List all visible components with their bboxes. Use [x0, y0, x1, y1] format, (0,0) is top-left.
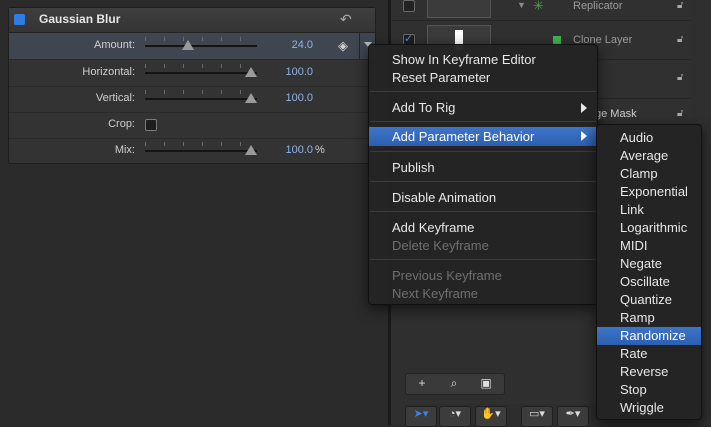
add-icon[interactable]: +: [408, 376, 436, 392]
menu-item-disable-animation[interactable]: Disable Animation: [369, 189, 597, 207]
menu-item-reset-parameter[interactable]: Reset Parameter: [369, 69, 597, 87]
submenu-arrow-icon: [581, 131, 587, 141]
submenu-item-negate[interactable]: Negate: [597, 255, 701, 273]
menu-item-next-keyframe: Next Keyframe: [392, 286, 478, 301]
select-tool-icon[interactable]: ➤▾: [405, 406, 437, 427]
submenu-item-quantize[interactable]: Quantize: [597, 291, 701, 309]
submenu-item-midi[interactable]: MIDI: [597, 237, 701, 255]
layer-name: Replicator: [573, 0, 623, 12]
mix-unit: %: [315, 144, 325, 156]
submenu-item-exponential[interactable]: Exponential: [597, 183, 701, 201]
menu-item-previous-keyframe: Previous Keyframe: [392, 268, 502, 283]
menu-separator: [370, 211, 596, 212]
amount-value[interactable]: 24.0: [271, 39, 313, 51]
horizontal-slider-track[interactable]: [145, 72, 257, 74]
replicator-icon: ✳: [533, 0, 544, 13]
layer-name: ge Mask: [595, 108, 637, 120]
slider-ticks: [145, 142, 257, 146]
submenu-arrow-icon: [581, 103, 587, 113]
search-icon[interactable]: ⌕: [440, 376, 468, 392]
filter-header: Gaussian Blur ↶: [9, 8, 375, 33]
param-row-crop[interactable]: Crop:: [9, 112, 375, 139]
amount-slider-track[interactable]: [145, 45, 257, 47]
submenu-item-reverse[interactable]: Reverse: [597, 363, 701, 381]
hand-tool-icon[interactable]: ✋▾: [475, 406, 507, 427]
menu-separator: [370, 121, 596, 122]
inspector-panel: Gaussian Blur ↶ Amount: 24.0 ◈ Horizonta…: [0, 0, 390, 425]
mix-slider-track[interactable]: [145, 150, 257, 152]
param-label: Vertical:: [95, 92, 135, 104]
slider-ticks: [145, 37, 257, 41]
menu-item-publish[interactable]: Publish: [369, 159, 597, 177]
context-menu: Show In Keyframe Editor Reset Parameter …: [368, 44, 598, 305]
lock-icon[interactable]: 🔓︎: [677, 72, 683, 83]
layer-checkbox[interactable]: [403, 0, 415, 12]
mix-value[interactable]: 100.0: [271, 144, 313, 156]
shape-tool-icon[interactable]: ◔▾: [439, 406, 471, 427]
param-row-horizontal[interactable]: Horizontal: 100.0: [9, 60, 375, 87]
menu-separator: [370, 259, 596, 260]
pen-tool-icon[interactable]: ✒▾: [557, 406, 589, 427]
filter-group: Gaussian Blur ↶ Amount: 24.0 ◈ Horizonta…: [8, 7, 376, 164]
submenu-item-wriggle[interactable]: Wriggle: [597, 399, 701, 417]
param-row-mix[interactable]: Mix: 100.0 %: [9, 138, 375, 164]
submenu-item-ramp[interactable]: Ramp: [597, 309, 701, 327]
param-label: Horizontal:: [82, 66, 135, 78]
rectangle-tool-icon[interactable]: ▭▾: [521, 406, 553, 427]
slider-ticks: [145, 90, 257, 94]
layer-thumbnail: [427, 0, 491, 18]
submenu-item-link[interactable]: Link: [597, 201, 701, 219]
menu-separator: [370, 91, 596, 92]
submenu-item-logarithmic[interactable]: Logarithmic: [597, 219, 701, 237]
lock-icon[interactable]: 🔓︎: [677, 0, 683, 11]
param-label: Crop:: [108, 118, 135, 130]
submenu-item-randomize[interactable]: Randomize: [597, 327, 701, 345]
lock-icon[interactable]: 🔓︎: [677, 108, 683, 119]
param-label: Mix:: [114, 144, 135, 156]
param-label: Amount:: [94, 39, 135, 51]
vertical-slider-thumb[interactable]: [245, 93, 257, 103]
divider: [359, 33, 360, 59]
submenu-item-rate[interactable]: Rate: [597, 345, 701, 363]
filter-enable-checkbox[interactable]: [14, 14, 25, 25]
submenu-item-stop[interactable]: Stop: [597, 381, 701, 399]
layer-row[interactable]: ▼ ✳ Replicator 🔓︎: [391, 0, 691, 21]
param-row-vertical[interactable]: Vertical: 100.0: [9, 86, 375, 113]
menu-item-delete-keyframe: Delete Keyframe: [392, 238, 489, 253]
submenu-item-clamp[interactable]: Clamp: [597, 165, 701, 183]
menu-separator: [370, 151, 596, 152]
horizontal-value[interactable]: 100.0: [271, 66, 313, 78]
submenu-item-oscillate[interactable]: Oscillate: [597, 273, 701, 291]
filter-title: Gaussian Blur: [39, 12, 121, 26]
submenu-item-average[interactable]: Average: [597, 147, 701, 165]
amount-slider-thumb[interactable]: [182, 40, 194, 50]
menu-item-add-to-rig[interactable]: Add To Rig: [369, 99, 597, 117]
reset-icon[interactable]: ↶: [340, 11, 352, 28]
submenu-item-audio[interactable]: Audio: [597, 129, 701, 147]
clone-layer-icon: [553, 36, 561, 44]
menu-separator: [370, 181, 596, 182]
menu-item-add-keyframe[interactable]: Add Keyframe: [369, 219, 597, 237]
vertical-value[interactable]: 100.0: [271, 92, 313, 104]
layers-toolbar: + ⌕ ▣: [405, 373, 505, 395]
lock-icon[interactable]: 🔓︎: [677, 34, 683, 45]
library-icon[interactable]: ▣: [472, 376, 500, 392]
slider-ticks: [145, 64, 257, 68]
keyframe-icon[interactable]: ◈: [338, 38, 352, 53]
menu-item-add-parameter-behavior[interactable]: Add Parameter Behavior: [369, 127, 597, 146]
vertical-slider-track[interactable]: [145, 98, 257, 100]
horizontal-slider-thumb[interactable]: [245, 67, 257, 77]
mix-slider-thumb[interactable]: [245, 145, 257, 155]
parameter-behavior-submenu: Audio Average Clamp Exponential Link Log…: [596, 124, 702, 420]
disclosure-triangle-icon[interactable]: ▼: [517, 0, 526, 10]
menu-item-show-in-keyframe-editor[interactable]: Show In Keyframe Editor: [369, 51, 597, 69]
crop-checkbox[interactable]: [145, 119, 157, 131]
param-row-amount[interactable]: Amount: 24.0 ◈: [9, 33, 375, 60]
